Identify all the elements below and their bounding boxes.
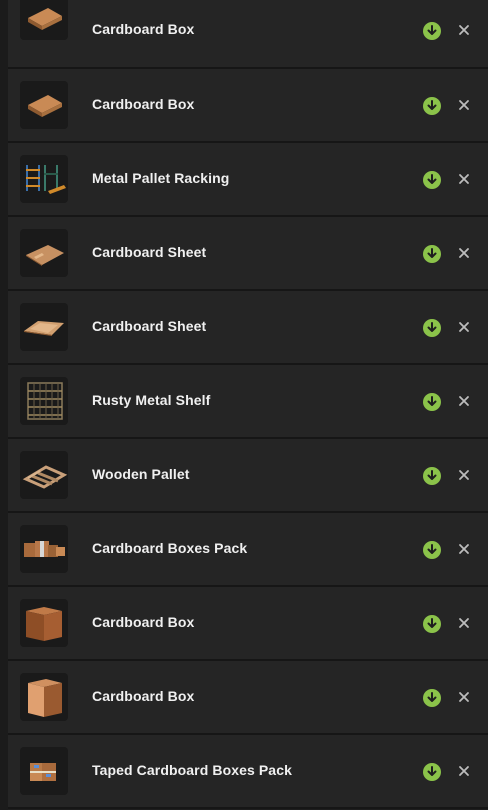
asset-thumbnail — [20, 525, 68, 573]
asset-thumbnail — [20, 747, 68, 795]
asset-thumbnail — [20, 229, 68, 277]
asset-thumbnail — [20, 0, 68, 40]
asset-row[interactable]: Cardboard Boxes Pack — [8, 513, 488, 587]
asset-thumbnail — [20, 451, 68, 499]
asset-thumbnail — [20, 377, 68, 425]
download-icon[interactable] — [423, 689, 441, 707]
download-icon[interactable] — [423, 319, 441, 337]
download-icon[interactable] — [423, 467, 441, 485]
asset-thumbnail — [20, 155, 68, 203]
asset-thumbnail — [20, 303, 68, 351]
asset-name: Cardboard Box — [92, 96, 195, 112]
close-icon[interactable] — [455, 614, 473, 632]
download-icon[interactable] — [423, 97, 441, 115]
close-icon[interactable] — [455, 540, 473, 558]
close-icon[interactable] — [455, 392, 473, 410]
asset-row[interactable]: Cardboard Sheet — [8, 291, 488, 365]
close-icon[interactable] — [455, 318, 473, 336]
asset-thumbnail — [20, 673, 68, 721]
asset-name: Wooden Pallet — [92, 466, 190, 482]
asset-name: Cardboard Boxes Pack — [92, 540, 248, 556]
download-icon[interactable] — [423, 245, 441, 263]
asset-name: Cardboard Box — [92, 614, 195, 630]
asset-row[interactable]: Cardboard Sheet — [8, 217, 488, 291]
asset-name: Metal Pallet Racking — [92, 170, 230, 186]
close-icon[interactable] — [455, 466, 473, 484]
asset-name: Taped Cardboard Boxes Pack — [92, 762, 292, 778]
asset-row[interactable]: Metal Pallet Racking — [8, 143, 488, 217]
asset-name: Cardboard Sheet — [92, 318, 207, 334]
close-icon[interactable] — [455, 21, 473, 39]
asset-row[interactable]: Cardboard Box — [8, 0, 488, 69]
asset-row[interactable]: Cardboard Box — [8, 587, 488, 661]
asset-row[interactable]: Cardboard Box — [8, 661, 488, 735]
asset-thumbnail — [20, 599, 68, 647]
asset-name: Cardboard Sheet — [92, 244, 207, 260]
asset-name: Cardboard Box — [92, 688, 195, 704]
close-icon[interactable] — [455, 688, 473, 706]
download-icon[interactable] — [423, 22, 441, 40]
close-icon[interactable] — [455, 762, 473, 780]
asset-list: Cardboard Box Cardboard Box Metal Pallet… — [8, 0, 488, 810]
asset-row[interactable]: Taped Cardboard Boxes Pack — [8, 735, 488, 809]
asset-name: Rusty Metal Shelf — [92, 392, 211, 408]
download-icon[interactable] — [423, 171, 441, 189]
asset-row[interactable]: Rusty Metal Shelf — [8, 365, 488, 439]
close-icon[interactable] — [455, 170, 473, 188]
download-icon[interactable] — [423, 541, 441, 559]
asset-name: Cardboard Box — [92, 21, 195, 37]
asset-row[interactable]: Cardboard Box — [8, 69, 488, 143]
close-icon[interactable] — [455, 244, 473, 262]
asset-row[interactable]: Wooden Pallet — [8, 439, 488, 513]
download-icon[interactable] — [423, 393, 441, 411]
download-icon[interactable] — [423, 615, 441, 633]
close-icon[interactable] — [455, 96, 473, 114]
download-icon[interactable] — [423, 763, 441, 781]
asset-thumbnail — [20, 81, 68, 129]
